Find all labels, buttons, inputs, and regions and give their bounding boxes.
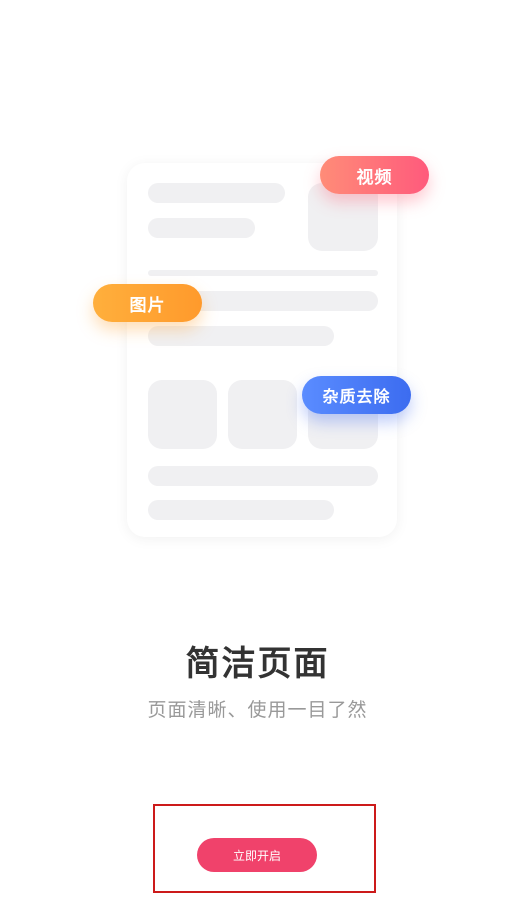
placeholder-line (148, 466, 378, 486)
placeholder-image (228, 380, 297, 449)
placeholder-divider (148, 270, 378, 276)
placeholder-line (148, 500, 334, 520)
page-title: 简洁页面 (185, 644, 330, 684)
onboarding-screen: 视频 图片 杂质去除 简洁页面 页面清晰、使用一目了然 立即开启 (0, 0, 515, 915)
page-subtitle: 页面清晰、使用一目了然 (147, 699, 368, 721)
placeholder-image (148, 380, 217, 449)
video-tag: 视频 (320, 156, 429, 194)
placeholder-line (148, 218, 255, 238)
placeholder-line (148, 326, 334, 346)
start-now-button[interactable]: 立即开启 (197, 838, 317, 872)
denoise-tag: 杂质去除 (302, 376, 411, 414)
page-illustration-card (127, 163, 397, 537)
image-tag: 图片 (93, 284, 202, 322)
placeholder-line (148, 183, 285, 203)
